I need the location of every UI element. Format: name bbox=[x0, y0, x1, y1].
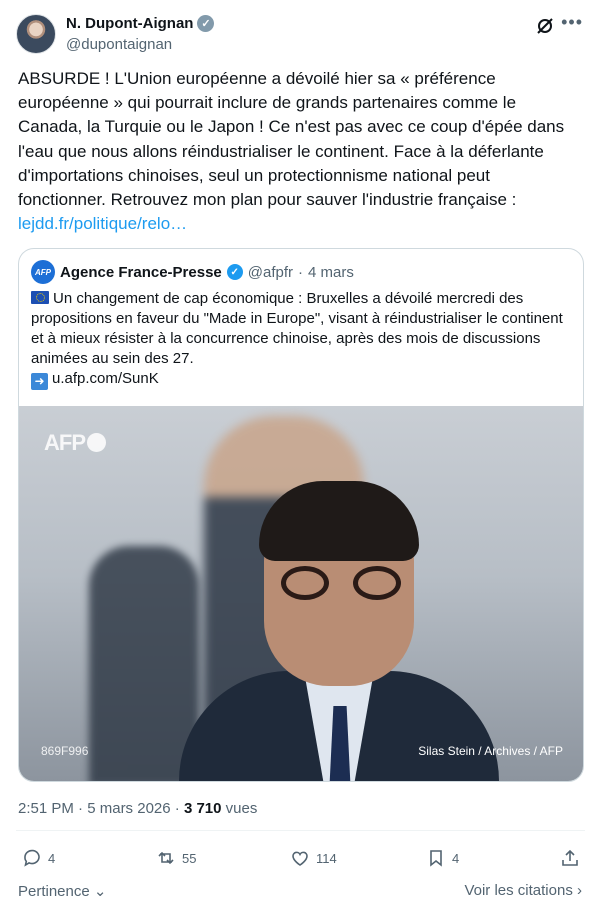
quoted-avatar[interactable]: AFP bbox=[31, 260, 55, 284]
tweet-footer: Pertinence ⌄ Voir les citations › bbox=[18, 882, 582, 902]
separator-dot: · bbox=[174, 800, 180, 817]
quoted-date[interactable]: 4 mars bbox=[308, 264, 354, 281]
tweet-meta: 2:51 PM · 5 mars 2026 · 3 710 vues bbox=[18, 800, 257, 817]
main-person-figure bbox=[169, 481, 509, 781]
divider bbox=[16, 830, 585, 831]
author-avatar[interactable] bbox=[16, 14, 56, 54]
action-bar: 4 55 114 4 bbox=[16, 848, 585, 872]
chevron-down-icon: ⌄ bbox=[89, 883, 107, 900]
tweet-body: ABSURDE ! L'Union européenne a dévoilé h… bbox=[18, 67, 578, 236]
tweet-date[interactable]: 5 mars 2026 bbox=[87, 800, 170, 817]
tweet-text: ABSURDE ! L'Union européenne a dévoilé h… bbox=[18, 69, 565, 210]
photo-id: 869F996 bbox=[41, 744, 89, 758]
quoted-link[interactable]: u.afp.com/SunK bbox=[52, 370, 159, 387]
quoted-author-name[interactable]: Agence France-Presse bbox=[60, 264, 222, 281]
separator-dot: · bbox=[78, 800, 84, 817]
tweet-link[interactable]: lejdd.fr/politique/relo… bbox=[18, 214, 187, 233]
quoted-author-handle[interactable]: @afpfr bbox=[248, 264, 293, 281]
quoted-text: Un changement de cap économique : Bruxel… bbox=[31, 290, 563, 367]
sort-dropdown[interactable]: Pertinence ⌄ bbox=[18, 882, 106, 900]
watermark-text: AFP bbox=[44, 430, 86, 455]
photo-credit: Silas Stein / Archives / AFP bbox=[418, 744, 563, 758]
quoted-tweet-header: AFP Agence France-Presse ✓ @afpfr · 4 ma… bbox=[31, 260, 354, 284]
repost-count: 55 bbox=[182, 850, 197, 866]
more-icon[interactable]: ••• bbox=[561, 12, 583, 33]
citations-label: Voir les citations bbox=[464, 882, 573, 899]
reply-button[interactable]: 4 bbox=[22, 848, 55, 868]
bookmark-button[interactable]: 4 bbox=[426, 848, 459, 868]
chevron-right-icon: › bbox=[572, 882, 582, 899]
author-name[interactable]: N. Dupont-Aignan bbox=[66, 15, 193, 32]
bookmark-icon bbox=[430, 850, 442, 867]
views-count: 3 710 bbox=[183, 800, 222, 817]
quoted-tweet[interactable]: AFP Agence France-Presse ✓ @afpfr · 4 ma… bbox=[18, 248, 584, 782]
grok-icon[interactable] bbox=[535, 16, 555, 36]
hair bbox=[259, 481, 419, 561]
repost-button[interactable]: 55 bbox=[156, 848, 196, 868]
like-button[interactable]: 114 bbox=[290, 848, 337, 868]
tweet-header: N. Dupont-Aignan ✓ @dupontaignan ••• bbox=[16, 12, 585, 56]
reply-icon bbox=[24, 849, 40, 867]
view-citations-link[interactable]: Voir les citations › bbox=[464, 882, 582, 899]
eu-flag-icon bbox=[31, 291, 49, 304]
repost-icon bbox=[158, 851, 174, 865]
arrow-right-icon: ➜ bbox=[31, 373, 48, 390]
author-name-row: N. Dupont-Aignan ✓ bbox=[66, 15, 215, 32]
verified-badge-icon[interactable]: ✓ bbox=[197, 15, 215, 32]
views-label: vues bbox=[225, 800, 258, 817]
tweet-time[interactable]: 2:51 PM bbox=[18, 800, 74, 817]
like-count: 114 bbox=[316, 850, 337, 866]
share-button[interactable] bbox=[560, 848, 580, 868]
quoted-text-block: Un changement de cap économique : Bruxel… bbox=[31, 289, 571, 390]
sort-label: Pertinence bbox=[18, 883, 90, 900]
reply-count: 4 bbox=[48, 850, 56, 866]
author-handle[interactable]: @dupontaignan bbox=[66, 36, 172, 53]
afp-watermark-logo: AFP bbox=[44, 430, 106, 456]
share-icon bbox=[562, 849, 578, 866]
verified-badge-icon[interactable]: ✓ bbox=[226, 264, 243, 280]
bookmark-count: 4 bbox=[452, 850, 460, 866]
separator-dot: · bbox=[298, 263, 303, 281]
quoted-photo[interactable]: AFP 869F996 Silas Stein / Archives / AFP bbox=[19, 406, 583, 781]
glasses bbox=[281, 566, 401, 602]
like-icon bbox=[292, 851, 308, 866]
